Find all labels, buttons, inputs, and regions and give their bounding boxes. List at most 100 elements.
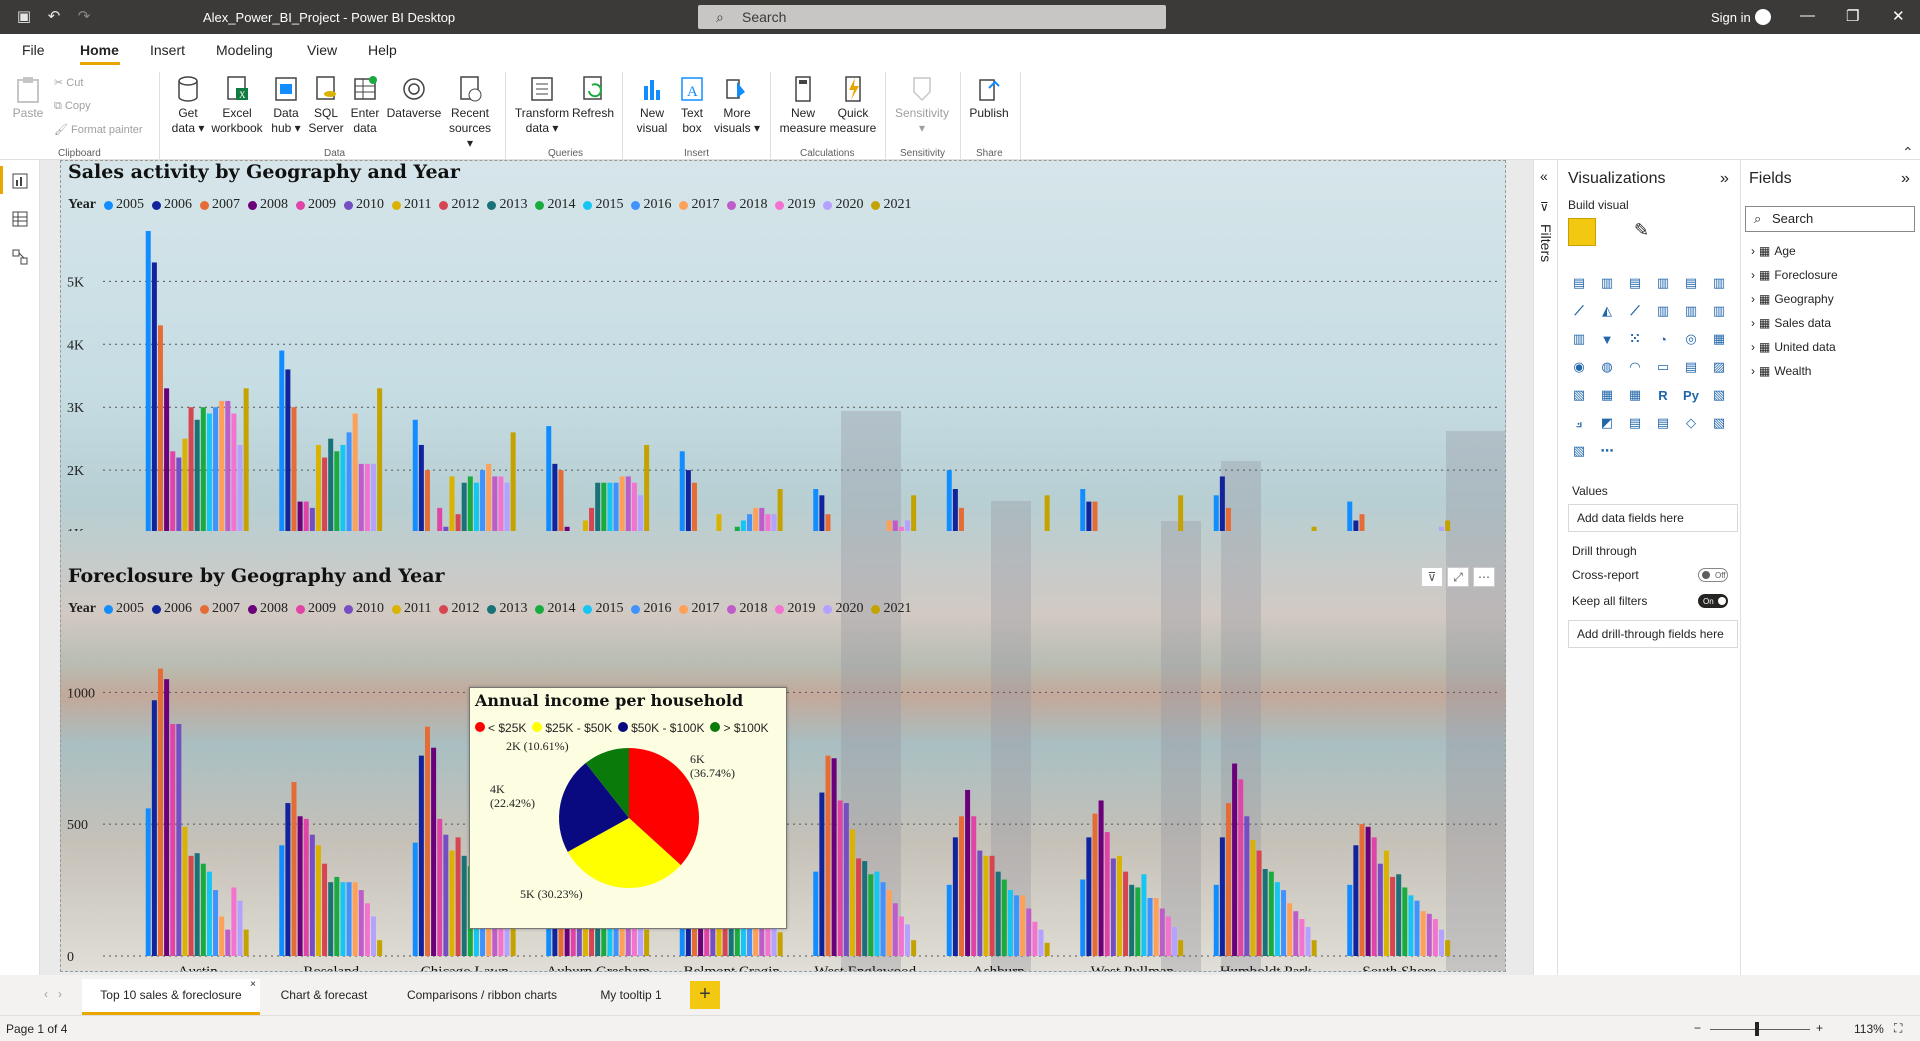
bar[interactable]: [176, 457, 182, 531]
report-view-icon[interactable]: [11, 172, 29, 190]
menu-modeling[interactable]: Modeling: [216, 42, 273, 58]
bar[interactable]: [1287, 903, 1293, 956]
bar[interactable]: [777, 489, 783, 531]
bar[interactable]: [352, 882, 358, 956]
foreclosure-legend-item[interactable]: 2010: [344, 601, 384, 617]
bar[interactable]: [364, 463, 370, 531]
zoom-slider[interactable]: [1710, 1029, 1810, 1030]
publish-button[interactable]: Publish: [966, 74, 1012, 121]
bar[interactable]: [437, 818, 443, 956]
bar[interactable]: [868, 874, 874, 956]
bar[interactable]: [558, 470, 564, 531]
sensitivity-button[interactable]: Sensitivity ▾: [892, 74, 952, 136]
bar[interactable]: [582, 520, 588, 531]
bar[interactable]: [412, 419, 418, 531]
bar[interactable]: [322, 457, 328, 531]
field-table[interactable]: › ▦ Sales data: [1751, 316, 1831, 330]
zoom-in-icon[interactable]: +: [1816, 1021, 1823, 1035]
field-table[interactable]: › ▦ Age: [1751, 244, 1796, 258]
waterfall-icon[interactable]: ▥: [1568, 328, 1590, 350]
map-icon[interactable]: ◉: [1568, 356, 1590, 378]
bar[interactable]: [334, 876, 340, 956]
bar[interactable]: [231, 887, 237, 956]
bar[interactable]: [1256, 850, 1262, 956]
bar[interactable]: [1311, 940, 1317, 956]
bar[interactable]: [1359, 514, 1365, 531]
bar[interactable]: [328, 882, 334, 956]
bar[interactable]: [213, 407, 219, 531]
bar[interactable]: [431, 747, 437, 956]
avatar[interactable]: [1755, 9, 1771, 25]
bar[interactable]: [418, 755, 424, 956]
bar[interactable]: [424, 726, 430, 956]
bar[interactable]: [291, 407, 297, 531]
bar[interactable]: [813, 489, 819, 531]
bar[interactable]: [1353, 520, 1359, 531]
bar[interactable]: [1020, 895, 1026, 956]
bar[interactable]: [243, 929, 249, 956]
bar[interactable]: [309, 834, 315, 956]
bar[interactable]: [206, 413, 212, 532]
bar[interactable]: [1001, 879, 1007, 956]
decomposition-tree-icon[interactable]: ⟓: [1568, 412, 1590, 434]
pie-icon[interactable]: ◔: [1652, 328, 1674, 350]
foreclosure-legend-item[interactable]: 2015: [583, 601, 623, 617]
bar[interactable]: [952, 837, 958, 956]
bar[interactable]: [231, 413, 237, 532]
bar[interactable]: [1383, 850, 1389, 956]
bar[interactable]: [412, 842, 418, 956]
bar[interactable]: [473, 482, 479, 531]
focus-mode-icon[interactable]: ⤢: [1447, 567, 1469, 587]
bar[interactable]: [1426, 913, 1432, 956]
format-painter-button[interactable]: 🖌 Format painter: [54, 123, 143, 136]
foreclosure-legend-item[interactable]: 2016: [631, 601, 671, 617]
bar[interactable]: [1347, 884, 1353, 956]
bar[interactable]: [510, 432, 516, 531]
bar[interactable]: [449, 850, 455, 956]
get-data-button[interactable]: Get data ▾: [168, 74, 208, 136]
power-apps-icon[interactable]: ◇: [1680, 412, 1702, 434]
foreclosure-legend-item[interactable]: 2005: [104, 601, 144, 617]
bar[interactable]: [644, 929, 650, 956]
keep-all-filters-toggle[interactable]: On: [1698, 594, 1728, 608]
new-measure-button[interactable]: New measure: [778, 74, 828, 136]
bar[interactable]: [958, 507, 964, 531]
bar[interactable]: [825, 514, 831, 531]
bar[interactable]: [607, 482, 613, 531]
bar[interactable]: [843, 803, 849, 956]
bar[interactable]: [1299, 919, 1305, 956]
r-visual-icon[interactable]: R: [1652, 384, 1674, 406]
values-well[interactable]: Add data fields here: [1568, 504, 1738, 532]
menu-file[interactable]: File: [22, 42, 45, 58]
bar[interactable]: [455, 837, 461, 956]
bar[interactable]: [1219, 837, 1225, 956]
bar[interactable]: [346, 882, 352, 956]
bar[interactable]: [437, 507, 443, 531]
bar[interactable]: [740, 520, 746, 531]
enter-data-button[interactable]: Enter data: [348, 74, 382, 136]
bar[interactable]: [225, 929, 231, 956]
bar[interactable]: [157, 668, 163, 956]
bar[interactable]: [1092, 813, 1098, 956]
bar[interactable]: [377, 388, 383, 531]
bar[interactable]: [1172, 927, 1178, 956]
bar[interactable]: [952, 489, 958, 531]
bar[interactable]: [279, 845, 285, 956]
bar[interactable]: [1390, 876, 1396, 956]
more-visuals-button[interactable]: More visuals ▾: [712, 74, 762, 136]
bar[interactable]: [352, 413, 358, 532]
bar[interactable]: [145, 231, 151, 531]
bar[interactable]: [151, 700, 157, 956]
tab-chart-forecast[interactable]: Chart & forecast: [262, 979, 386, 1015]
drill-through-well[interactable]: Add drill-through fields here: [1568, 620, 1738, 648]
ribbon-icon[interactable]: ▥: [1708, 300, 1730, 322]
bar[interactable]: [334, 451, 340, 531]
bar[interactable]: [1014, 895, 1020, 956]
cut-button[interactable]: ✂ Cut: [54, 76, 83, 89]
narrative-icon[interactable]: ▧: [1568, 440, 1590, 462]
bar[interactable]: [297, 816, 303, 956]
bar[interactable]: [480, 470, 486, 531]
multi-row-card-icon[interactable]: ▤: [1680, 356, 1702, 378]
excel-workbook-button[interactable]: X Excel workbook: [210, 74, 264, 136]
bar[interactable]: [1305, 927, 1311, 956]
